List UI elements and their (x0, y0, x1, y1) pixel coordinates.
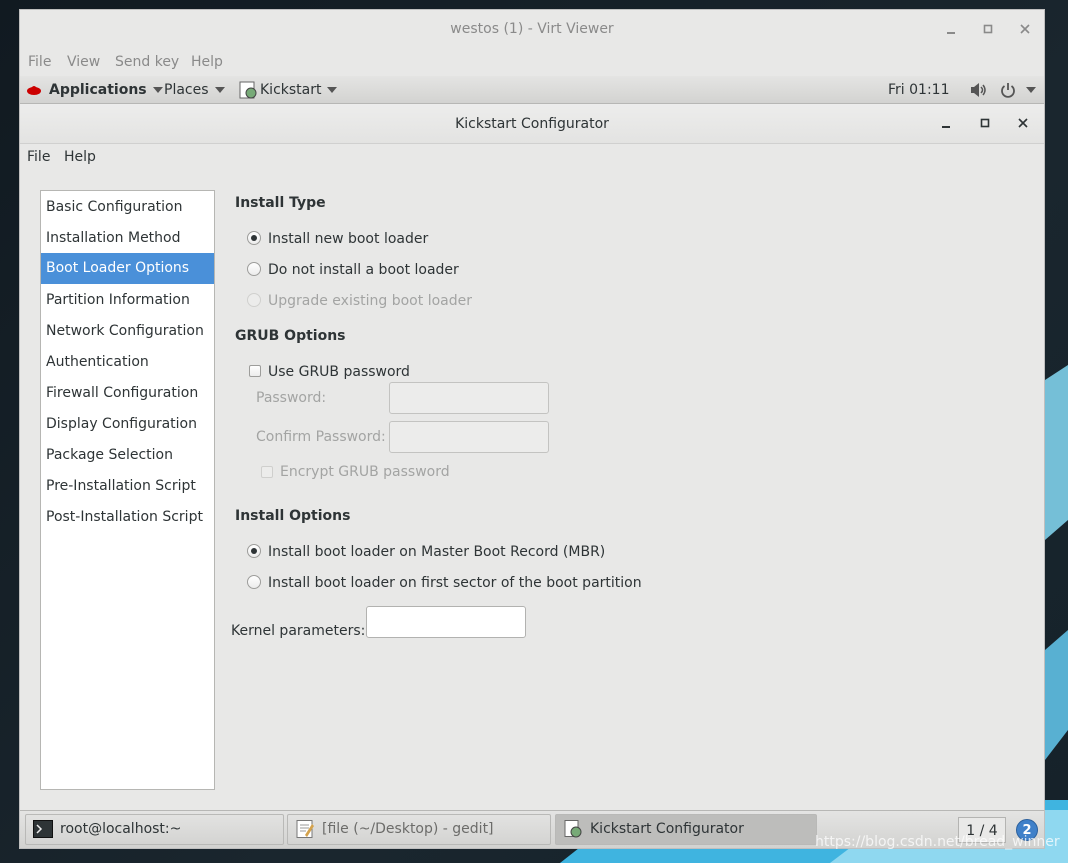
do-not-install-boot-loader-radio[interactable] (247, 262, 261, 276)
install-on-boot-partition-label[interactable]: Install boot loader on first sector of t… (268, 573, 642, 593)
applications-menu[interactable]: Applications (49, 76, 163, 104)
top-panel: Applications Places Kickstart Fri 01:11 (20, 76, 1044, 104)
install-options-title: Install Options (235, 508, 351, 524)
kickstart-app-icon (564, 820, 582, 838)
clock[interactable]: Fri 01:11 (888, 76, 949, 104)
chevron-down-icon (327, 87, 338, 93)
viewer-menubar: File View Send key Help (20, 50, 1044, 76)
category-display-configuration[interactable]: Display Configuration (41, 409, 214, 440)
task-kickstart[interactable]: Kickstart Configurator (555, 814, 817, 845)
grub-confirm-password-label: Confirm Password: (256, 429, 386, 445)
category-post-installation-script[interactable]: Post-Installation Script (41, 502, 214, 533)
category-package-selection[interactable]: Package Selection (41, 440, 214, 471)
kernel-parameters-label: Kernel parameters: (231, 623, 366, 639)
viewer-menu-send-key[interactable]: Send key (115, 54, 179, 70)
viewer-menu-view[interactable]: View (67, 54, 100, 70)
install-on-mbr-label[interactable]: Install boot loader on Master Boot Recor… (268, 542, 605, 562)
close-icon[interactable] (1012, 113, 1034, 135)
install-new-boot-loader-label[interactable]: Install new boot loader (268, 229, 428, 249)
task-gedit[interactable]: [file (~/Desktop) - gedit] (287, 814, 551, 845)
minimize-icon[interactable] (935, 113, 957, 135)
kickstart-window: Kickstart Configurator File Help Basic C… (20, 104, 1044, 810)
category-installation-method[interactable]: Installation Method (41, 223, 214, 254)
viewer-titlebar[interactable]: westos (1) - Virt Viewer (20, 10, 1044, 50)
category-list: Basic Configuration Installation Method … (40, 190, 215, 790)
task-kickstart-label: Kickstart Configurator (590, 821, 744, 837)
system-menu-chevron-down-icon[interactable] (1020, 76, 1036, 104)
kernel-parameters-input[interactable] (366, 606, 526, 638)
encrypt-grub-password-label: Encrypt GRUB password (280, 464, 450, 480)
kickstart-app-menu[interactable]: Kickstart (238, 76, 338, 104)
viewer-menu-help[interactable]: Help (191, 54, 223, 70)
chevron-down-icon (152, 87, 163, 93)
install-on-boot-partition-radio[interactable] (247, 575, 261, 589)
category-network-configuration[interactable]: Network Configuration (41, 316, 214, 347)
app-menu-file[interactable]: File (27, 149, 50, 165)
task-terminal[interactable]: root@localhost:~ (25, 814, 284, 845)
chevron-down-icon (214, 87, 225, 93)
text-editor-icon (296, 820, 314, 838)
maximize-icon[interactable] (974, 113, 996, 135)
category-firewall-configuration[interactable]: Firewall Configuration (41, 378, 214, 409)
applications-label: Applications (49, 82, 147, 98)
maximize-icon[interactable] (977, 19, 999, 41)
volume-icon[interactable] (970, 76, 988, 104)
grub-confirm-password-field (389, 421, 549, 453)
grub-password-label: Password: (256, 390, 327, 406)
minimize-icon[interactable] (940, 19, 962, 41)
do-not-install-boot-loader-label[interactable]: Do not install a boot loader (268, 260, 459, 280)
viewer-menu-file[interactable]: File (28, 54, 51, 70)
install-on-mbr-radio[interactable] (247, 544, 261, 558)
install-type-title: Install Type (235, 195, 326, 211)
grub-options-title: GRUB Options (235, 328, 346, 344)
app-title: Kickstart Configurator (455, 116, 609, 132)
guest-screen[interactable]: Applications Places Kickstart Fri 01:11 … (20, 76, 1044, 848)
install-new-boot-loader-radio[interactable] (247, 231, 261, 245)
encrypt-grub-password-checkbox (261, 466, 273, 478)
task-gedit-label: [file (~/Desktop) - gedit] (322, 821, 494, 837)
category-boot-loader-options[interactable]: Boot Loader Options (41, 253, 214, 284)
upgrade-existing-boot-loader-radio (247, 293, 261, 307)
power-icon[interactable] (1000, 76, 1018, 104)
category-pre-installation-script[interactable]: Pre-Installation Script (41, 471, 214, 502)
redhat-logo-icon (26, 76, 44, 104)
category-authentication[interactable]: Authentication (41, 347, 214, 378)
app-menubar: File Help (20, 144, 1044, 172)
kickstart-app-icon (239, 81, 257, 99)
virt-viewer-window: westos (1) - Virt Viewer File View Send … (19, 9, 1045, 849)
close-icon[interactable] (1014, 19, 1036, 41)
task-terminal-label: root@localhost:~ (60, 821, 182, 837)
viewer-title: westos (1) - Virt Viewer (450, 21, 614, 37)
terminal-icon (33, 820, 53, 838)
app-titlebar[interactable]: Kickstart Configurator (20, 104, 1044, 144)
category-partition-information[interactable]: Partition Information (41, 285, 214, 316)
places-menu[interactable]: Places (164, 76, 225, 104)
upgrade-existing-boot-loader-label: Upgrade existing boot loader (268, 293, 472, 309)
grub-password-field (389, 382, 549, 414)
places-label: Places (164, 82, 209, 98)
watermark-text: https://blog.csdn.net/bread_winner (815, 834, 1060, 850)
app-menu-label: Kickstart (260, 82, 322, 98)
use-grub-password-checkbox[interactable] (249, 365, 261, 377)
use-grub-password-label[interactable]: Use GRUB password (268, 362, 410, 382)
category-basic-configuration[interactable]: Basic Configuration (41, 192, 214, 223)
app-menu-help[interactable]: Help (64, 149, 96, 165)
